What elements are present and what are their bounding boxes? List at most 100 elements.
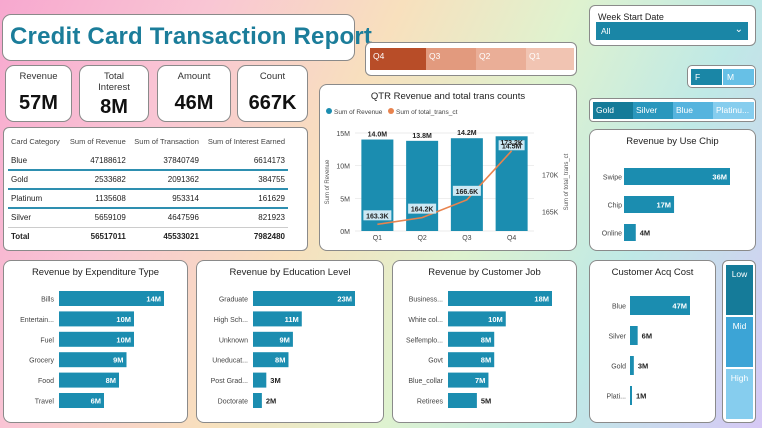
bar	[624, 224, 636, 241]
customer-acq-cost-chart: Customer Acq Cost Blue 47M Silver 6M Gold 3M P…	[589, 260, 716, 423]
kpi-amount-value: 46M	[174, 92, 214, 114]
card-category-table: Card Category Sum of Revenue Sum of Tran…	[3, 127, 308, 251]
gender-option-m[interactable]: M	[723, 69, 754, 85]
category-label: Plati...	[607, 394, 627, 401]
data-label: 8M	[275, 356, 285, 365]
table-header-row: Card Category Sum of Revenue Sum of Tran…	[8, 132, 288, 151]
week-filter-dropdown[interactable]: All ⌄	[596, 22, 748, 40]
table-cell: 7982480	[201, 226, 288, 246]
data-label: 36M	[712, 173, 727, 182]
data-label: 163.3K	[366, 213, 389, 220]
category-label: Business...	[409, 297, 443, 304]
table-cell: Blue	[8, 151, 65, 171]
category-label: Online	[602, 231, 622, 238]
category-label: Swipe	[603, 175, 622, 182]
kpi-interest-label: Total Interest	[98, 71, 130, 93]
quarter-option-q2[interactable]: Q2	[476, 48, 526, 70]
category-label: Food	[38, 378, 54, 385]
chart-title: Customer Acq Cost	[611, 267, 694, 278]
table-cell: 161629	[201, 189, 288, 209]
table-cell: 1135608	[64, 189, 129, 209]
x-tick-label: Q4	[507, 235, 516, 242]
quarter-slicer: Q4 Q3 Q2 Q1	[365, 42, 577, 76]
column-header[interactable]: Sum of Interest Earned	[202, 132, 288, 151]
y-tick-label: 0M	[340, 229, 350, 236]
data-label: 10M	[116, 315, 131, 324]
table-cell: Gold	[8, 170, 65, 190]
chart-title: Revenue by Expenditure Type	[31, 267, 160, 278]
revenue-by-education-chart: Revenue by Education Level Graduate 23M Hi…	[196, 260, 384, 423]
data-label: 14.0M	[368, 132, 388, 139]
chip-chart-svg: Swipe 36M Chip 17M Online 4M	[602, 168, 730, 241]
data-label: 10M	[488, 315, 503, 324]
table-cell: Total	[8, 226, 65, 246]
quarter-option-q4[interactable]: Q4	[370, 48, 426, 70]
week-filter-label: Week Start Date	[598, 12, 664, 22]
category-option-blue[interactable]: Blue	[673, 102, 713, 119]
category-label: Blue_collar	[408, 378, 443, 385]
table-cell: 953314	[128, 189, 202, 209]
title-card: Credit Card Transaction Report	[2, 14, 372, 61]
column-header[interactable]: Sum of Revenue	[65, 132, 129, 151]
data-label: 10M	[116, 335, 131, 344]
income-option-low[interactable]: Low	[726, 265, 753, 315]
category-label: Doctorate	[218, 399, 248, 406]
category-label: Graduate	[219, 297, 248, 304]
chevron-down-icon: ⌄	[734, 24, 743, 35]
column-header[interactable]: Card Category	[8, 132, 65, 151]
column-header[interactable]: Sum of Transaction	[129, 132, 202, 151]
kpi-interest-value: 8M	[100, 96, 128, 118]
category-label: Blue	[612, 304, 626, 311]
table-cell: 56517011	[64, 226, 129, 246]
quarter-option-q3[interactable]: Q3	[426, 48, 476, 70]
category-option-silver[interactable]: Silver	[633, 102, 673, 119]
data-label: 5M	[481, 397, 491, 406]
bar	[630, 356, 634, 375]
gender-option-f[interactable]: F	[691, 69, 722, 85]
bar	[448, 393, 477, 408]
gender-slicer: F M	[687, 65, 756, 88]
x-tick-label: Q2	[417, 235, 426, 242]
data-label: 8M	[481, 335, 491, 344]
qtr-revenue-chart: QTR Revenue and total trans counts Sum o…	[319, 84, 577, 251]
job-chart-svg: Business... 18M White col... 10M Selfemplo..…	[406, 291, 552, 408]
data-label: 6M	[91, 397, 101, 406]
revenue-by-use-chip-chart: Revenue by Use Chip Swipe 36M Chip 17M Onlin…	[589, 129, 756, 251]
category-label: Grocery	[29, 358, 54, 365]
data-label: 173.2K	[500, 140, 523, 147]
table-cell: 37840749	[128, 151, 202, 171]
y2-tick-label: 165K	[542, 210, 559, 217]
category-label: Bills	[41, 297, 54, 304]
category-option-gold[interactable]: Gold	[593, 102, 633, 119]
data-label: 7M	[475, 376, 485, 385]
legend-marker	[326, 108, 332, 114]
data-label: 3M	[270, 376, 280, 385]
revenue-by-job-chart: Revenue by Customer Job Business... 18M Wh…	[392, 260, 577, 423]
kpi-revenue-card: Revenue 57M	[5, 65, 72, 122]
data-label: 9M	[113, 356, 123, 365]
table-row[interactable]: Blue 47188612 37840749 6614173	[8, 151, 288, 171]
category-label: Silver	[608, 334, 626, 341]
category-label: Fuel	[40, 337, 54, 344]
category-option-platinum[interactable]: Platinu...	[713, 102, 754, 119]
table-cell: 821923	[258, 213, 285, 223]
week-start-date-filter: Week Start Date All ⌄	[589, 5, 756, 46]
income-option-mid[interactable]: Mid	[726, 317, 753, 367]
education-chart-svg: Graduate 23M High Sch... 11M Unknown 9M Uneduc…	[211, 291, 355, 408]
table-row[interactable]: Silver 5659109 4647596 821923	[8, 208, 288, 227]
income-option-high[interactable]: High	[726, 369, 753, 419]
x-tick-label: Q1	[373, 235, 382, 242]
category-label: Retirees	[417, 399, 444, 406]
table-cell: Platinum	[8, 189, 65, 209]
table-cell: Silver	[11, 213, 32, 223]
table-row[interactable]: Platinum 1135608 953314 161629	[8, 189, 288, 209]
data-label: 13.8M	[412, 133, 432, 140]
table-row[interactable]: Gold 2533682 2091362 384755	[8, 170, 288, 190]
data-label: 47M	[672, 302, 687, 311]
category-label: Travel	[35, 399, 55, 406]
category-label: Entertain...	[20, 317, 54, 324]
legend-label: Sum of Revenue	[334, 109, 383, 116]
quarter-option-q1[interactable]: Q1	[526, 48, 574, 70]
income-slicer: Low Mid High	[722, 260, 756, 423]
y2-axis-title: Sum of total_trans_ct	[564, 153, 570, 210]
